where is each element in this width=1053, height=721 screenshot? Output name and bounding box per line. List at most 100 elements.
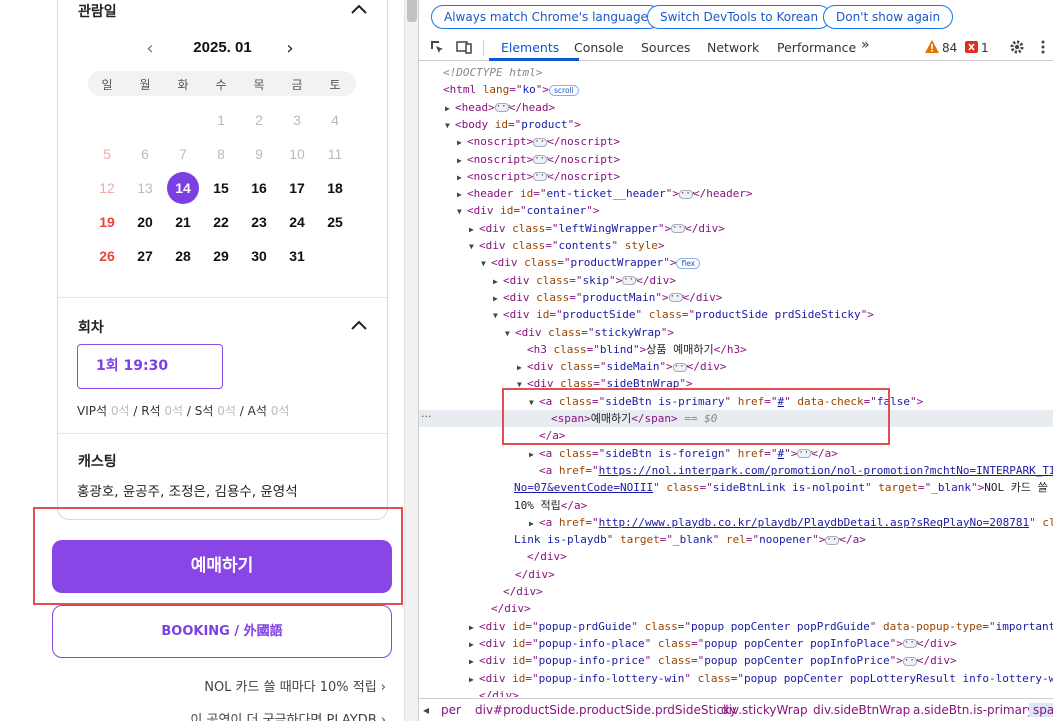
collapse-triangle-icon[interactable]: ▼ xyxy=(481,255,491,272)
dom-node[interactable]: </div> xyxy=(419,566,1053,583)
expand-triangle-icon[interactable]: ▶ xyxy=(469,221,479,238)
layout-badge[interactable]: flex xyxy=(676,257,701,269)
next-month-arrow-icon[interactable]: › xyxy=(280,39,300,59)
collapse-triangle-icon[interactable]: ▼ xyxy=(445,117,455,134)
expand-triangle-icon[interactable]: ▶ xyxy=(457,134,467,151)
calendar-day[interactable]: 21 xyxy=(167,206,199,238)
dom-node[interactable]: ▶ <noscript>···</noscript> xyxy=(419,133,1053,150)
nol-card-link[interactable]: NOL 카드 쓸 때마다 10% 적립 › xyxy=(204,676,386,695)
expand-triangle-icon[interactable]: ▶ xyxy=(493,273,503,290)
expand-ellipsis-icon[interactable]: ··· xyxy=(825,535,843,545)
expand-ellipsis-icon[interactable]: ··· xyxy=(533,172,551,182)
breadcrumb-item[interactable]: div#productSide.productSide.prdSideStick… xyxy=(475,703,737,717)
dom-node[interactable]: </div> xyxy=(419,583,1053,600)
dom-node[interactable]: No=07&eventCode=NOIII" class="sideBtnLin… xyxy=(419,479,1053,496)
dom-node[interactable]: ▶ <a class="sideBtn is-foreign" href="#">… xyxy=(419,445,1053,462)
dom-node[interactable]: ▶ <div id="popup-info-price" class="popup… xyxy=(419,652,1053,669)
expand-triangle-icon[interactable]: ▶ xyxy=(529,515,539,532)
book-button[interactable]: 예매하기 xyxy=(52,540,392,593)
calendar-day[interactable]: 22 xyxy=(205,206,237,238)
error-icon[interactable] xyxy=(965,41,978,53)
tab-elements[interactable]: Elements xyxy=(501,40,559,55)
expand-ellipsis-icon[interactable]: ··· xyxy=(622,276,640,286)
time-option-button[interactable]: 1회 19:30 xyxy=(77,344,223,389)
dom-node[interactable]: ▶ <div id="popup-info-place" class="popup… xyxy=(419,635,1053,652)
tab-network[interactable]: Network xyxy=(707,40,759,55)
breadcrumb-item[interactable]: span xyxy=(1029,703,1053,717)
breadcrumb-item[interactable]: div.sideBtnWrap xyxy=(813,703,910,717)
expand-triangle-icon[interactable]: ▶ xyxy=(457,152,467,169)
dom-node[interactable]: ▶ <div class="leftWingWrapper">···</div> xyxy=(419,220,1053,237)
layout-badge[interactable]: scroll xyxy=(549,84,579,96)
collapse-triangle-icon[interactable]: ▼ xyxy=(469,238,479,255)
chevron-up-icon[interactable] xyxy=(349,2,369,16)
dom-node[interactable]: </div> xyxy=(419,548,1053,565)
dom-token[interactable]: http://www.playdb.co.kr/playdb/PlaydbDet… xyxy=(599,516,1029,529)
foreign-booking-button[interactable]: BOOKING / 外國語 xyxy=(52,605,392,658)
dom-node[interactable]: ▼ <div class="contents" style> xyxy=(419,237,1053,254)
expand-ellipsis-icon[interactable]: ··· xyxy=(902,656,920,666)
dont-show-again-button[interactable]: Don't show again xyxy=(823,5,954,29)
match-language-button[interactable]: Always match Chrome's language xyxy=(431,5,661,29)
expand-triangle-icon[interactable]: ▶ xyxy=(457,186,467,203)
dom-node[interactable]: ▼ <div class="productWrapper"> flex xyxy=(419,254,1053,271)
dom-node[interactable]: ▶ <noscript>···</noscript> xyxy=(419,151,1053,168)
playdb-link[interactable]: 이 공연이 더 궁금하다면 PLAYDB › xyxy=(190,709,386,721)
tab-sources[interactable]: Sources xyxy=(641,40,690,55)
dom-node[interactable]: </div> xyxy=(419,687,1053,697)
dom-token[interactable]: No=07&eventCode=NOIII xyxy=(514,481,653,494)
dom-node[interactable]: ▼ <div id="container"> xyxy=(419,202,1053,219)
calendar-day[interactable]: 23 xyxy=(243,206,275,238)
prev-month-arrow-icon[interactable]: ‹ xyxy=(140,39,160,59)
calendar-day-selected[interactable]: 14 xyxy=(167,172,199,204)
calendar-day[interactable]: 17 xyxy=(281,172,313,204)
dom-node[interactable]: ▶ <noscript>···</noscript> xyxy=(419,168,1053,185)
dom-node[interactable]: ▶ <div id="popup-info-lottery-win" class=… xyxy=(419,670,1053,687)
calendar-day[interactable]: 26 xyxy=(91,240,123,272)
page-scrollbar[interactable] xyxy=(404,0,418,721)
calendar-day[interactable]: 15 xyxy=(205,172,237,204)
inspect-element-icon[interactable] xyxy=(429,39,445,55)
expand-triangle-icon[interactable]: ▶ xyxy=(469,636,479,653)
dom-node[interactable]: <html lang="ko"> scroll xyxy=(419,81,1053,98)
expand-triangle-icon[interactable]: ▶ xyxy=(469,671,479,688)
collapse-triangle-icon[interactable]: ▼ xyxy=(493,307,503,324)
expand-ellipsis-icon[interactable]: ··· xyxy=(533,137,551,147)
expand-ellipsis-icon[interactable]: ··· xyxy=(533,155,551,164)
dom-node[interactable]: <h3 class="blind">상품 예매하기</h3> xyxy=(419,341,1053,358)
expand-ellipsis-icon[interactable]: ··· xyxy=(678,189,696,199)
device-toolbar-icon[interactable] xyxy=(456,39,472,55)
dom-node[interactable]: 10% 적립</a> xyxy=(419,497,1053,514)
expand-ellipsis-icon[interactable]: ··· xyxy=(672,362,690,372)
tab-console[interactable]: Console xyxy=(574,40,624,55)
dom-node[interactable]: ▶ <div class="skip">···</div> xyxy=(419,272,1053,289)
calendar-day[interactable]: 19 xyxy=(91,206,123,238)
dom-node[interactable]: </div> xyxy=(419,600,1053,617)
dom-node[interactable]: ▼ <div id="productSide" class="productSid… xyxy=(419,306,1053,323)
dom-node[interactable]: Link is-playdb" target="_blank" rel="noo… xyxy=(419,531,1053,548)
scrollbar-thumb[interactable] xyxy=(407,0,417,22)
calendar-day[interactable]: 27 xyxy=(129,240,161,272)
dom-token[interactable]: https://nol.interpark.com/promotion/nol-… xyxy=(599,464,1053,477)
settings-gear-icon[interactable] xyxy=(1009,39,1025,55)
collapse-triangle-icon[interactable]: ▼ xyxy=(505,325,515,342)
breadcrumb-item[interactable]: a.sideBtn.is-primary xyxy=(913,703,1034,717)
dom-node[interactable]: <!DOCTYPE html> xyxy=(419,64,1053,81)
expand-ellipsis-icon[interactable]: ··· xyxy=(494,103,512,113)
calendar-day[interactable]: 31 xyxy=(281,240,313,272)
calendar-day[interactable]: 16 xyxy=(243,172,275,204)
dom-node[interactable]: ▶ <div id="popup-prdGuide" class="popup p… xyxy=(419,618,1053,635)
warning-icon[interactable] xyxy=(925,40,939,53)
expand-triangle-icon[interactable]: ▶ xyxy=(445,100,455,117)
calendar-day[interactable]: 18 xyxy=(319,172,351,204)
dom-node[interactable]: ▶ <head>···</head> xyxy=(419,99,1053,116)
expand-triangle-icon[interactable]: ▶ xyxy=(469,619,479,636)
calendar-day[interactable]: 30 xyxy=(243,240,275,272)
calendar-day[interactable]: 29 xyxy=(205,240,237,272)
dom-node[interactable]: ▶ <a href="http://www.playdb.co.kr/playdb… xyxy=(419,514,1053,531)
breadcrumb-item[interactable]: per xyxy=(441,703,461,717)
dom-node[interactable]: ▶ <header id="ent-ticket__header">···</he… xyxy=(419,185,1053,202)
expand-triangle-icon[interactable]: ▶ xyxy=(529,446,539,463)
expand-ellipsis-icon[interactable]: ··· xyxy=(671,224,688,234)
dom-node[interactable]: ▼ <div class="stickyWrap"> xyxy=(419,324,1053,341)
